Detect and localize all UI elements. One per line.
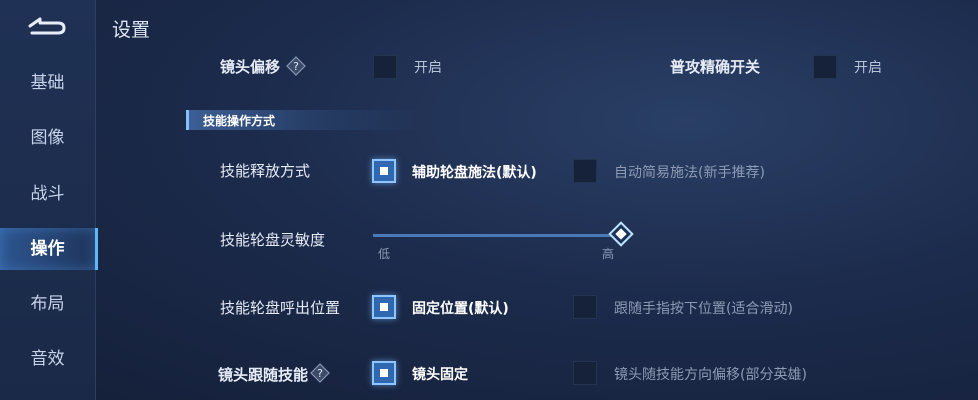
nav-item-combat[interactable]: 战斗 [0, 173, 95, 215]
wheel-position-label: 技能轮盘呼出位置 [220, 299, 341, 317]
wheel-position-option-fixed-label: 固定位置(默认) [412, 301, 509, 317]
wheel-position-option-fixed-checkbox[interactable] [372, 295, 396, 319]
help-icon[interactable]: ? [310, 363, 330, 383]
release-mode-option-auto-checkbox[interactable] [573, 159, 597, 183]
sidebar: 基础 图像 战斗 操作 布局 音效 [0, 0, 98, 400]
sensitivity-min-label: 低 [378, 247, 391, 261]
nav-item-basic[interactable]: 基础 [0, 62, 95, 104]
precise-attack-label: 普攻精确开关 [670, 58, 761, 76]
precise-attack-checkbox[interactable] [813, 55, 837, 79]
help-icon[interactable]: ? [286, 56, 306, 76]
nav-item-sound[interactable]: 音效 [0, 338, 95, 380]
sensitivity-max-label: 高 [602, 247, 615, 261]
wheel-position-option-follow-checkbox[interactable] [573, 295, 597, 319]
wheel-position-option-follow-label: 跟随手指按下位置(适合滑动) [614, 301, 793, 317]
sensitivity-slider-thumb[interactable] [608, 221, 634, 247]
sensitivity-slider-track[interactable] [373, 234, 623, 237]
nav-item-graphics[interactable]: 图像 [0, 117, 95, 159]
release-mode-option-assist-checkbox[interactable] [372, 159, 396, 183]
svg-text:?: ? [293, 60, 299, 73]
precise-attack-toggle-label: 开启 [854, 60, 882, 76]
back-arrow-icon[interactable] [22, 14, 70, 40]
release-mode-label: 技能释放方式 [220, 162, 311, 180]
camera-follow-option-fixed-label: 镜头固定 [412, 367, 468, 383]
camera-offset-label: 镜头偏移 [220, 58, 281, 76]
camera-follow-option-offset-label: 镜头随技能方向偏移(部分英雄) [614, 367, 807, 383]
release-mode-option-auto-label: 自动简易施法(新手推荐) [614, 165, 765, 181]
camera-offset-checkbox[interactable] [373, 55, 397, 79]
release-mode-option-assist-label: 辅助轮盘施法(默认) [412, 165, 537, 181]
svg-text:?: ? [317, 367, 323, 380]
page-title: 设置 [112, 19, 151, 41]
sensitivity-label: 技能轮盘灵敏度 [220, 231, 326, 249]
camera-follow-option-offset-checkbox[interactable] [573, 361, 597, 385]
camera-follow-label: 镜头跟随技能 [218, 366, 309, 384]
section-title: 技能操作方式 [203, 114, 276, 128]
section-header: 技能操作方式 [186, 110, 419, 130]
nav-item-layout[interactable]: 布局 [0, 283, 95, 325]
camera-follow-option-fixed-checkbox[interactable] [372, 361, 396, 385]
camera-offset-toggle-label: 开启 [414, 60, 442, 76]
nav-item-controls[interactable]: 操作 [0, 228, 98, 270]
